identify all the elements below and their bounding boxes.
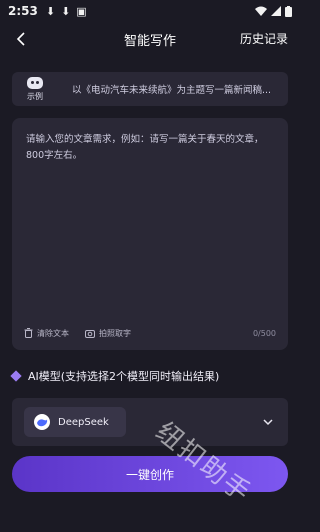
app-notification-icon: ▣ — [76, 4, 87, 18]
deepseek-logo-icon — [34, 414, 50, 430]
photo-text-button[interactable]: 拍照取字 — [85, 328, 131, 339]
history-button[interactable]: 历史记录 — [240, 30, 288, 47]
char-count: 0/500 — [252, 328, 276, 338]
download-icon: ⬇ — [61, 4, 71, 18]
example-badge-label: 示例 — [27, 91, 43, 101]
diamond-icon — [10, 370, 22, 382]
status-time: 2:53 — [8, 4, 38, 18]
create-button[interactable]: 一键创作 — [12, 456, 288, 492]
model-chip-label: DeepSeek — [58, 416, 109, 428]
model-section-title: AI模型(支持选择2个模型同时输出结果) — [10, 368, 220, 384]
camera-icon — [85, 329, 95, 338]
nav-bar: 智能写作 历史记录 — [0, 24, 300, 54]
download-icon: ⬇ — [45, 4, 56, 18]
clear-text-label: 清除文本 — [37, 328, 69, 338]
photo-text-label: 拍照取字 — [99, 328, 131, 338]
editor-footer: 清除文本 拍照取字 0/500 — [24, 326, 276, 340]
wifi-icon — [255, 6, 267, 16]
example-card[interactable]: 示例 以《电动汽车未来续航》为主题写一篇新闻稿... — [12, 72, 288, 106]
article-input-placeholder: 请输入您的文章需求，例如：请写一篇关于春天的文章，800字左右。 — [26, 134, 264, 161]
status-bar: 2:53 ⬇ ⬇ ▣ — [0, 0, 300, 22]
example-text: 以《电动汽车未来续航》为主题写一篇新闻稿... — [72, 85, 272, 96]
model-section-label: AI模型(支持选择2个模型同时输出结果) — [28, 370, 220, 383]
signal-icon — [271, 6, 281, 16]
model-chip-deepseek[interactable]: DeepSeek — [24, 407, 126, 437]
article-input[interactable]: 请输入您的文章需求，例如：请写一篇关于春天的文章，800字左右。 清除文本 拍照… — [12, 118, 288, 350]
battery-icon — [285, 5, 292, 17]
model-select[interactable]: DeepSeek — [12, 398, 288, 446]
example-badge: 示例 — [20, 74, 50, 104]
robot-icon — [27, 76, 43, 89]
chevron-down-icon[interactable] — [262, 416, 274, 428]
trash-icon — [24, 328, 33, 338]
clear-text-button[interactable]: 清除文本 — [24, 328, 69, 339]
